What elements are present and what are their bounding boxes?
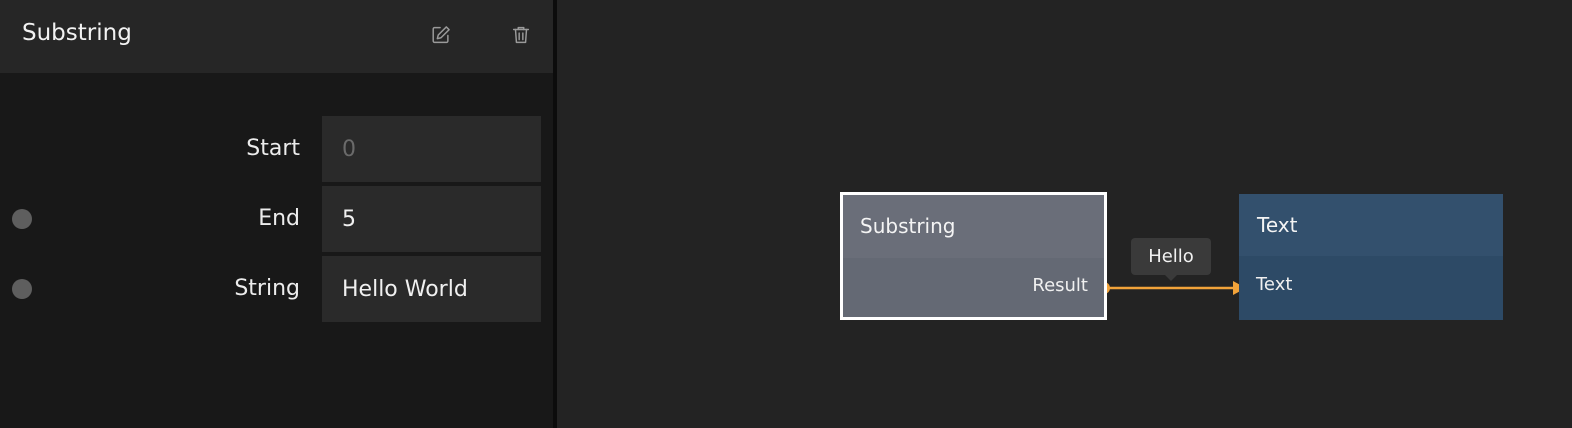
text-node[interactable]: Text Text <box>1239 194 1503 320</box>
substring-node-title: Substring <box>843 195 1104 258</box>
end-label: End <box>258 206 300 231</box>
string-port-dot[interactable] <box>12 279 32 299</box>
edit-icon[interactable] <box>428 22 454 48</box>
string-label: String <box>234 276 300 301</box>
result-port-label[interactable]: Result <box>1032 275 1088 296</box>
node-canvas[interactable]: Substring Result Text Text Hello <box>561 0 1572 428</box>
property-row-end: End <box>0 186 553 252</box>
property-panel: Substring Start End <box>0 0 557 428</box>
start-input[interactable] <box>322 116 541 182</box>
panel-header: Substring <box>0 0 553 73</box>
trash-icon[interactable] <box>508 22 534 48</box>
end-input[interactable] <box>322 186 541 252</box>
substring-node[interactable]: Substring Result <box>840 192 1107 320</box>
panel-title: Substring <box>22 20 132 46</box>
property-row-string: String <box>0 256 553 322</box>
connection-value-tooltip: Hello <box>1131 238 1211 281</box>
start-label: Start <box>246 136 300 161</box>
end-port-dot[interactable] <box>12 209 32 229</box>
app-root: Substring Start End <box>0 0 1572 428</box>
text-node-title: Text <box>1239 194 1503 256</box>
string-input[interactable] <box>322 256 541 322</box>
text-port-label[interactable]: Text <box>1256 274 1292 295</box>
property-row-start: Start <box>0 116 553 182</box>
